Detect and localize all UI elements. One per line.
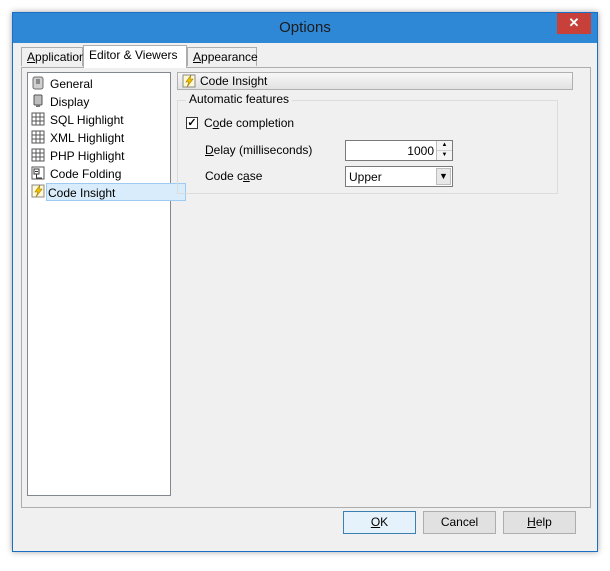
tab-editor-viewers[interactable]: Editor & Viewers — [83, 45, 187, 68]
general-icon — [32, 76, 44, 90]
settings-panel: Code Insight Automatic features ✓ Code c… — [177, 72, 577, 496]
tab-editor-viewers-label: Editor & Viewers — [89, 48, 178, 62]
tree-item-php-highlight[interactable]: PHP Highlight — [30, 147, 168, 165]
delay-spin-buttons: ▲ ▼ — [436, 141, 452, 160]
tab-application-label: pplication — [35, 50, 86, 64]
grid-icon — [31, 130, 45, 144]
code-completion-label-pre: C — [204, 116, 213, 130]
code-case-label-pre: Code c — [205, 169, 244, 183]
window-title: Options — [279, 19, 331, 36]
code-case-label: Code case — [205, 169, 262, 183]
delay-value[interactable]: 1000 — [407, 144, 434, 158]
chevron-down-icon[interactable]: ▼ — [436, 168, 451, 185]
ok-accel: O — [370, 515, 381, 529]
tree-item-code-folding[interactable]: Code Folding — [30, 165, 168, 183]
ok-label-rest: K — [380, 515, 389, 529]
options-dialog: Options ✕ Application Editor & Viewers A… — [12, 12, 598, 552]
title-bar[interactable]: Options ✕ — [13, 13, 597, 43]
tree-item-label: Display — [50, 95, 90, 109]
tab-page: General Display SQL Highlight XML Highli… — [21, 67, 591, 508]
lightning-icon — [31, 184, 45, 198]
code-case-accel: a — [243, 169, 250, 183]
cancel-label: Cancel — [440, 515, 479, 529]
code-case-value: Upper — [349, 170, 382, 184]
code-completion-label-post: de completion — [219, 116, 295, 130]
group-title: Automatic features — [186, 92, 293, 106]
code-completion-label: Code completion — [204, 116, 294, 130]
tab-application-accel: A — [27, 50, 36, 64]
section-title: Code Insight — [200, 74, 268, 88]
tree-item-display[interactable]: Display — [30, 93, 168, 111]
tab-appearance-accel: A — [193, 50, 202, 64]
delay-label: Delay (milliseconds) — [205, 143, 312, 157]
grid-icon — [31, 148, 45, 162]
tree-item-code-insight[interactable]: Code Insight — [46, 183, 186, 201]
tab-appearance[interactable]: Appearance — [187, 47, 258, 66]
lightning-icon — [182, 74, 196, 88]
delay-label-rest: elay (milliseconds) — [213, 143, 313, 157]
tree-item-label: General — [50, 77, 93, 91]
spin-down-icon[interactable]: ▼ — [437, 151, 452, 160]
folding-icon — [31, 166, 45, 180]
code-case-select[interactable]: Upper ▼ — [345, 166, 453, 187]
code-completion-checkbox[interactable]: ✓ — [186, 117, 198, 129]
ok-button[interactable]: OK — [343, 511, 416, 534]
tree-item-label: SQL Highlight — [50, 113, 124, 127]
tree-item-label: PHP Highlight — [50, 149, 125, 163]
spin-up-icon[interactable]: ▲ — [437, 141, 452, 151]
tree-item-general[interactable]: General — [30, 75, 168, 93]
automatic-features-group: Automatic features ✓ Code completion Del… — [177, 92, 558, 194]
tree-item-sql-highlight[interactable]: SQL Highlight — [30, 111, 168, 129]
category-tree: General Display SQL Highlight XML Highli… — [27, 72, 186, 496]
tree-item-label: Code Folding — [50, 167, 122, 181]
help-button[interactable]: Help — [503, 511, 576, 534]
help-accel: H — [527, 515, 536, 529]
tree-item-label: XML Highlight — [50, 131, 125, 145]
tab-appearance-label: ppearance — [201, 50, 258, 64]
grid-icon — [31, 112, 45, 126]
close-button[interactable]: ✕ — [557, 13, 591, 34]
tree-item-label: Code Insight — [48, 186, 116, 200]
tree-item-xml-highlight[interactable]: XML Highlight — [30, 129, 168, 147]
delay-spin-input[interactable]: 1000 ▲ ▼ — [345, 140, 453, 161]
help-label-rest: elp — [535, 515, 552, 529]
cancel-button[interactable]: Cancel — [423, 511, 496, 534]
tab-application[interactable]: Application — [21, 47, 86, 66]
section-header: Code Insight — [177, 72, 573, 90]
code-case-label-post: se — [249, 169, 263, 183]
delay-accel: D — [205, 143, 214, 157]
display-icon — [33, 94, 43, 107]
